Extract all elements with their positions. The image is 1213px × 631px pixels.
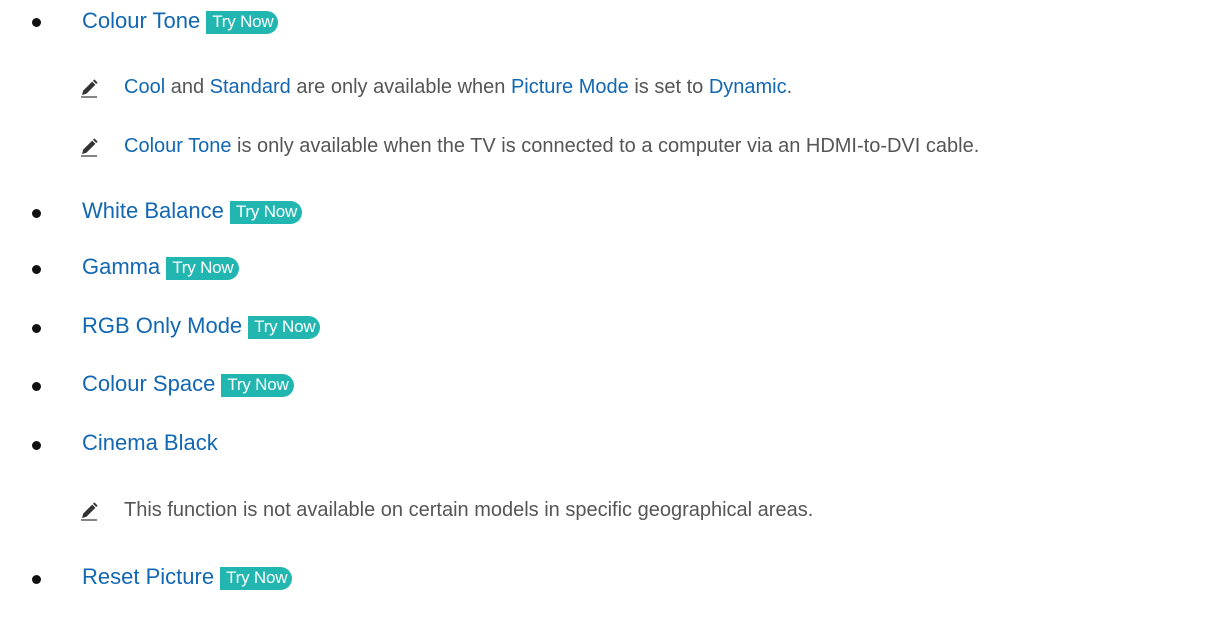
note-colour-tone-hdmi: Colour Tone is only available when the T… (79, 135, 979, 158)
note-text: is set to (628, 76, 709, 98)
colour-tone-term: Colour Tone (124, 135, 232, 157)
cinema-black-link[interactable]: Cinema Black (82, 430, 218, 456)
note-text: are only available when (290, 76, 511, 98)
bullet (32, 209, 41, 218)
try-now-button[interactable]: Try Now (248, 315, 321, 339)
reset-picture-label: Reset Picture (82, 564, 215, 589)
colour-tone-link[interactable]: Colour Tone Try Now (82, 8, 279, 34)
colour-space-link[interactable]: Colour Space Try Now (82, 371, 294, 397)
pencil-icon (79, 137, 99, 157)
white-balance-label: White Balance (82, 198, 224, 223)
cool-term: Cool (124, 76, 166, 98)
bullet (32, 324, 41, 333)
reset-picture-link[interactable]: Reset Picture Try Now (82, 564, 293, 590)
note-colour-tone-availability: Cool and Standard are only available whe… (79, 76, 792, 99)
white-balance-link[interactable]: White Balance Try Now (82, 198, 303, 224)
pencil-icon (79, 501, 99, 521)
try-now-button[interactable]: Try Now (229, 200, 303, 224)
bullet (32, 18, 41, 27)
try-now-button[interactable]: Try Now (220, 566, 293, 590)
bullet (32, 575, 41, 584)
picture-mode-term: Picture Mode (510, 76, 629, 98)
bullet (32, 441, 41, 450)
try-now-button[interactable]: Try Now (206, 10, 279, 34)
note-text: . (786, 76, 793, 98)
note-text: This function is not available on certai… (124, 499, 814, 521)
colour-space-label: Colour Space (82, 371, 216, 396)
note-text: is only available when the TV is connect… (231, 135, 980, 157)
dynamic-term: Dynamic (708, 76, 787, 98)
gamma-label: Gamma (82, 254, 161, 279)
rgb-only-mode-label: RGB Only Mode (82, 313, 243, 338)
bullet (32, 382, 41, 391)
cinema-black-label: Cinema Black (82, 430, 218, 455)
standard-term: Standard (209, 76, 291, 98)
try-now-button[interactable]: Try Now (221, 373, 294, 397)
pencil-icon (79, 78, 99, 98)
colour-tone-label: Colour Tone (82, 8, 201, 33)
note-text: and (165, 76, 210, 98)
bullet (32, 265, 41, 274)
try-now-button[interactable]: Try Now (166, 256, 239, 280)
rgb-only-mode-link[interactable]: RGB Only Mode Try Now (82, 313, 321, 339)
note-cinema-black: This function is not available on certai… (79, 499, 813, 522)
gamma-link[interactable]: Gamma Try Now (82, 254, 239, 280)
